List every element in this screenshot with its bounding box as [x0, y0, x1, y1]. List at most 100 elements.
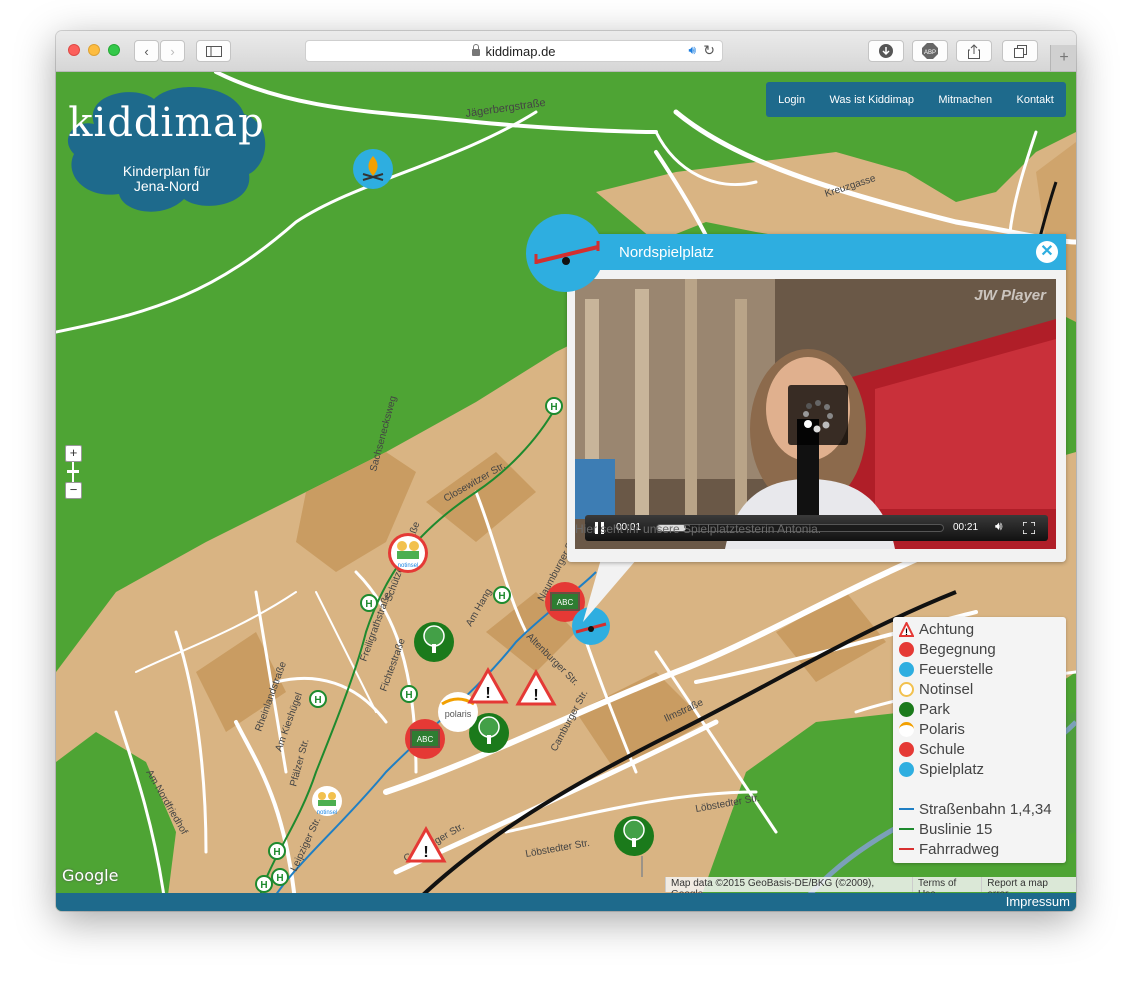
nav-about[interactable]: Was ist Kiddimap [829, 94, 914, 106]
impressum-link[interactable]: Impressum [1006, 894, 1070, 909]
legend-item-notinsel[interactable]: Notinsel [899, 680, 973, 698]
bus-stop-marker[interactable]: H [400, 685, 418, 703]
legend-item-feuerstelle[interactable]: Feuerstelle [899, 660, 993, 678]
notinsel-icon [899, 681, 914, 697]
bike-path-swatch [899, 848, 914, 850]
bus-stop-label: H [276, 873, 283, 884]
speaker-icon[interactable]: 🔊︎ [688, 43, 696, 58]
jwplayer-watermark: JW Player [974, 287, 1046, 304]
bus-stop-marker[interactable]: H [268, 842, 286, 860]
svg-text:!: ! [905, 627, 908, 637]
svg-text:!: ! [533, 687, 538, 704]
back-button[interactable]: ‹ [134, 40, 159, 62]
kiddimap-logo[interactable]: kiddimap Kinderplan für Jena-Nord [64, 84, 269, 214]
legend-label: Straßenbahn 1,4,34 [919, 800, 1052, 818]
school-marker[interactable]: ABC [405, 719, 445, 759]
legend-label: Polaris [919, 720, 965, 738]
adblock-button[interactable]: ABP [912, 40, 948, 62]
legend-label: Begegnung [919, 640, 996, 658]
bus-stop-marker[interactable]: H [255, 875, 273, 893]
bus-stop-marker[interactable]: H [545, 397, 563, 415]
legend-item-bus[interactable]: Buslinie 15 [899, 820, 992, 838]
zoom-in-button[interactable]: + [65, 445, 82, 462]
map-attribution: Map data ©2015 GeoBasis-DE/BKG (©2009), … [665, 877, 1076, 900]
minimize-window-button[interactable] [88, 44, 100, 56]
bus-stop-label: H [260, 880, 267, 891]
bus-stop-label: H [314, 695, 321, 706]
fullscreen-icon[interactable] [1023, 522, 1035, 534]
legend-item-park[interactable]: Park [899, 700, 950, 718]
sidebar-button[interactable] [196, 40, 231, 62]
chevron-left-icon: ‹ [144, 43, 149, 59]
notinsel-label: notinsel [398, 563, 419, 569]
bus-stop-marker[interactable]: H [271, 868, 289, 886]
bus-line-swatch [899, 828, 914, 830]
reload-icon[interactable]: ↻ [703, 42, 715, 59]
fire-icon [899, 661, 914, 677]
fire-pit-marker[interactable] [353, 149, 393, 189]
volume-icon[interactable]: 🔊︎ [995, 519, 1003, 534]
spinner-icon [803, 400, 833, 433]
google-logo[interactable]: Google [62, 866, 118, 885]
main-nav: Login Was ist Kiddimap Mitmachen Kontakt [766, 82, 1066, 117]
legend-label: Park [919, 700, 950, 718]
svg-text:!: ! [485, 685, 490, 702]
seesaw-icon [899, 761, 914, 777]
tabs-button[interactable] [1002, 40, 1038, 62]
bus-stop-marker[interactable]: H [493, 586, 511, 604]
downloads-button[interactable] [868, 40, 904, 62]
info-window-caption: Hier seht ihr unsere Spielplatztesterin … [575, 522, 822, 536]
bus-stop-marker[interactable]: H [309, 690, 327, 708]
share-button[interactable] [956, 40, 992, 62]
address-bar[interactable]: kiddimap.de 🔊︎ ↻ [305, 40, 723, 62]
zoom-control: + − [65, 445, 82, 499]
polaris-icon [899, 721, 914, 737]
school-label: ABC [557, 598, 574, 607]
zoom-slider[interactable] [67, 462, 79, 482]
logo-tagline-line1: Kinderplan für [122, 163, 211, 179]
bus-stop-marker[interactable]: H [360, 594, 378, 612]
tree-icon [899, 701, 914, 717]
page-footer: Impressum [56, 893, 1076, 911]
park-marker[interactable] [414, 622, 454, 662]
browser-window: ‹ › kiddimap.de 🔊︎ ↻ ABP + Jägerbergstra… [56, 31, 1076, 911]
lock-icon [472, 44, 481, 56]
logo-tagline: Kinderplan für Jena-Nord [64, 164, 269, 194]
legend-item-spielplatz[interactable]: Spielplatz [899, 760, 984, 778]
video-player[interactable]: JW Player 00:01 00:21 🔊︎ [575, 279, 1056, 549]
infowindow-pointer [583, 552, 643, 622]
svg-text:ABP: ABP [924, 50, 936, 56]
legend-item-polaris[interactable]: Polaris [899, 720, 965, 738]
polaris-label: polaris [445, 709, 472, 719]
nav-participate[interactable]: Mitmachen [938, 94, 992, 106]
bus-stop-label: H [550, 402, 557, 413]
forward-button[interactable]: › [160, 40, 185, 62]
notinsel-label: notinsel [317, 810, 338, 816]
tabs-icon [1013, 44, 1027, 58]
zoom-window-button[interactable] [108, 44, 120, 56]
legend-item-achtung[interactable]: ! Achtung [899, 620, 974, 638]
browser-toolbar: ‹ › kiddimap.de 🔊︎ ↻ ABP + [56, 31, 1076, 72]
share-icon [968, 43, 980, 59]
legend-item-tram[interactable]: Straßenbahn 1,4,34 [899, 800, 1052, 818]
report-error-link[interactable]: Report a map error [981, 877, 1076, 900]
close-window-button[interactable] [68, 44, 80, 56]
zoom-out-button[interactable]: − [65, 482, 82, 499]
legend-item-bike[interactable]: Fahrradweg [899, 840, 999, 858]
new-tab-button[interactable]: + [1050, 45, 1076, 71]
bus-stop-label: H [365, 599, 372, 610]
notinsel-marker[interactable]: notinsel [312, 786, 342, 816]
legend-item-schule[interactable]: Schule [899, 740, 965, 758]
close-icon: ✕ [1040, 243, 1054, 260]
notinsel-marker[interactable]: notinsel [388, 533, 428, 573]
nav-contact[interactable]: Kontakt [1016, 94, 1053, 106]
bus-stop-label: H [405, 690, 412, 701]
zoom-slider-handle[interactable] [67, 470, 79, 473]
terms-link[interactable]: Terms of Use [911, 877, 982, 900]
svg-text:!: ! [423, 844, 428, 861]
adblock-icon: ABP [922, 43, 938, 59]
info-window-title: Nordspielplatz [619, 244, 715, 261]
close-info-button[interactable]: ✕ [1036, 241, 1058, 263]
legend-item-begegnung[interactable]: Begegnung [899, 640, 996, 658]
nav-login[interactable]: Login [778, 94, 805, 106]
